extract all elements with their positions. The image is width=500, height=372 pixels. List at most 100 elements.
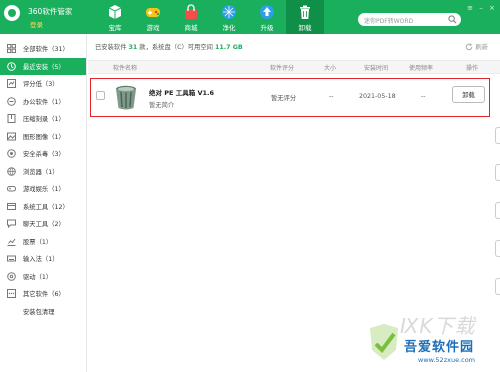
sidebar-item-recent[interactable]: 最近安装（5） (0, 57, 86, 75)
shield-icon (221, 4, 237, 20)
nav-label: 商城 (184, 24, 198, 32)
row-button-stub (495, 127, 500, 144)
upgrade-arrow-icon (259, 4, 275, 20)
sidebar-item-office[interactable]: 办公软件（1） (0, 93, 86, 111)
refresh-label: 刷新 (475, 44, 488, 51)
clean-icon (7, 307, 16, 316)
nav-label: 宝库 (108, 24, 122, 32)
column-size[interactable]: 大小 (324, 63, 336, 72)
nav-purify[interactable]: 净化 (210, 0, 248, 34)
app-frequency: -- (421, 93, 426, 100)
app-logo: 360软件管家 登录 (4, 3, 84, 31)
sidebar-item-label: 浏览器（1） (23, 168, 59, 176)
nav-mall[interactable]: 商城 (172, 0, 210, 34)
sidebar-item-browser[interactable]: 浏览器（1） (0, 163, 86, 181)
sidebar-item-chat[interactable]: 聊天工具（2） (0, 215, 86, 233)
app-size: -- (329, 93, 334, 100)
sidebar-item-games[interactable]: 游戏娱乐（1） (0, 180, 86, 198)
title-bar: 360软件管家 登录 宝库 游戏 商城 净化 升级 卸载 迷你PDF转WORD … (0, 0, 500, 34)
installed-summary: 已安装软件 31 款，系统盘（C）可用空间 11.7 GB (95, 42, 243, 51)
sidebar-item-security[interactable]: 安全杀毒（3） (0, 145, 86, 163)
category-sidebar: 全部软件（31） 最近安装（5） 评分低（3） 办公软件（1） 压缩刻录（1） … (0, 34, 87, 372)
trash-icon (297, 4, 313, 20)
free-space: 11.7 GB (214, 44, 243, 51)
app-rating: 暂无评分 (271, 95, 297, 102)
column-rating[interactable]: 软件评分 (270, 63, 294, 72)
sidebar-item-label: 系统工具（12） (23, 203, 69, 211)
tools-icon (7, 202, 16, 211)
sidebar-item-other[interactable]: 其它软件（6） (0, 285, 86, 303)
clock-icon (7, 61, 16, 71)
column-action: 操作 (466, 65, 479, 72)
nav-label: 游戏 (146, 24, 160, 32)
browser-icon (7, 166, 16, 176)
other-icon (7, 289, 16, 299)
cube-icon (107, 4, 123, 20)
table-header: 软件名称 软件评分 大小 安装时间 使用频率 操作 (88, 60, 500, 74)
sidebar-item-graphics[interactable]: 图形图像（1） (0, 128, 86, 146)
sidebar-item-all[interactable]: 全部软件（31） (0, 40, 86, 58)
summary-mid: 款，系统盘（C）可用空间 (139, 44, 213, 51)
nav-games[interactable]: 游戏 (134, 0, 172, 34)
sidebar-item-label: 最近安装（5） (23, 63, 65, 71)
briefcase-icon (7, 96, 16, 106)
nav-uninstall[interactable]: 卸载 (286, 0, 324, 34)
chat-icon (7, 219, 16, 229)
column-install-time[interactable]: 安装时间 (364, 63, 388, 72)
grid-icon (7, 44, 16, 54)
game-icon (7, 184, 16, 193)
sidebar-item-label: 压缩刻录（1） (23, 116, 65, 124)
search-placeholder: 迷你PDF转WORD (364, 18, 414, 25)
sidebar-item-label: 图形图像（1） (23, 133, 65, 141)
watermark-url: www.52zxue.com (418, 356, 476, 364)
nav-treasury[interactable]: 宝库 (96, 0, 134, 34)
installed-count: 31 (128, 44, 138, 51)
table-row[interactable]: 绝对 PE 工具箱 V1.6 暂无简介 暂无评分 -- 2021-05-18 -… (90, 78, 490, 117)
main-nav: 宝库 游戏 商城 净化 升级 卸载 (96, 0, 324, 34)
search-icon[interactable] (448, 15, 457, 24)
nav-upgrade[interactable]: 升级 (248, 0, 286, 34)
row-button-stub (495, 278, 500, 295)
shopping-bag-icon (183, 4, 199, 20)
app-install-date: 2021-05-18 (359, 93, 396, 100)
sidebar-item-label: 评分低（3） (23, 81, 59, 89)
sidebar-item-driver[interactable]: 驱动（1） (0, 268, 86, 286)
image-icon (7, 132, 16, 141)
menu-icon[interactable]: ≡ (466, 4, 474, 12)
watermark-brand: 吾爱软件园 (404, 340, 475, 355)
toolbox-app-icon (116, 85, 136, 110)
sidebar-item-low-rating[interactable]: 评分低（3） (0, 75, 86, 93)
sidebar-item-stock[interactable]: 股票（1） (0, 233, 86, 251)
sidebar-item-label: 安全杀毒（3） (23, 151, 65, 159)
sidebar-item-package-clean[interactable]: 安装包清理 (0, 303, 86, 321)
minimize-icon[interactable]: – (477, 4, 485, 12)
app-title: 360软件管家 (28, 7, 73, 16)
row-checkbox[interactable] (96, 91, 105, 100)
login-link[interactable]: 登录 (30, 19, 43, 29)
watermark: ⅨK下载 吾爱软件园 www.52zxue.com (366, 308, 496, 370)
sidebar-item-label: 游戏娱乐（1） (23, 186, 65, 194)
360-logo-icon (4, 5, 20, 21)
column-name[interactable]: 软件名称 (113, 63, 137, 72)
summary-prefix: 已安装软件 (95, 44, 127, 51)
row-button-stub (495, 240, 500, 257)
refresh-icon (466, 42, 473, 50)
sidebar-item-compress[interactable]: 压缩刻录（1） (0, 110, 86, 128)
compress-icon (7, 114, 16, 124)
row-button-stub (495, 202, 500, 219)
search-input[interactable]: 迷你PDF转WORD (358, 13, 461, 26)
app-description: 暂无简介 (149, 102, 175, 109)
security-icon (7, 149, 16, 159)
watermark-top-text: ⅨK下载 (400, 314, 476, 338)
refresh-button[interactable]: 刷新 (465, 42, 488, 51)
sidebar-item-system-tools[interactable]: 系统工具（12） (0, 198, 86, 216)
gamepad-icon (145, 4, 161, 20)
close-icon[interactable]: × (488, 4, 496, 12)
app-name: 绝对 PE 工具箱 V1.6 (149, 89, 215, 97)
driver-icon (7, 271, 16, 281)
sidebar-item-label: 办公软件（1） (23, 98, 65, 106)
sidebar-item-input-method[interactable]: 输入法（1） (0, 250, 86, 268)
column-frequency[interactable]: 使用频率 (409, 63, 433, 72)
uninstall-button[interactable]: 卸载 (452, 86, 485, 103)
sidebar-item-label: 输入法（1） (23, 256, 59, 264)
